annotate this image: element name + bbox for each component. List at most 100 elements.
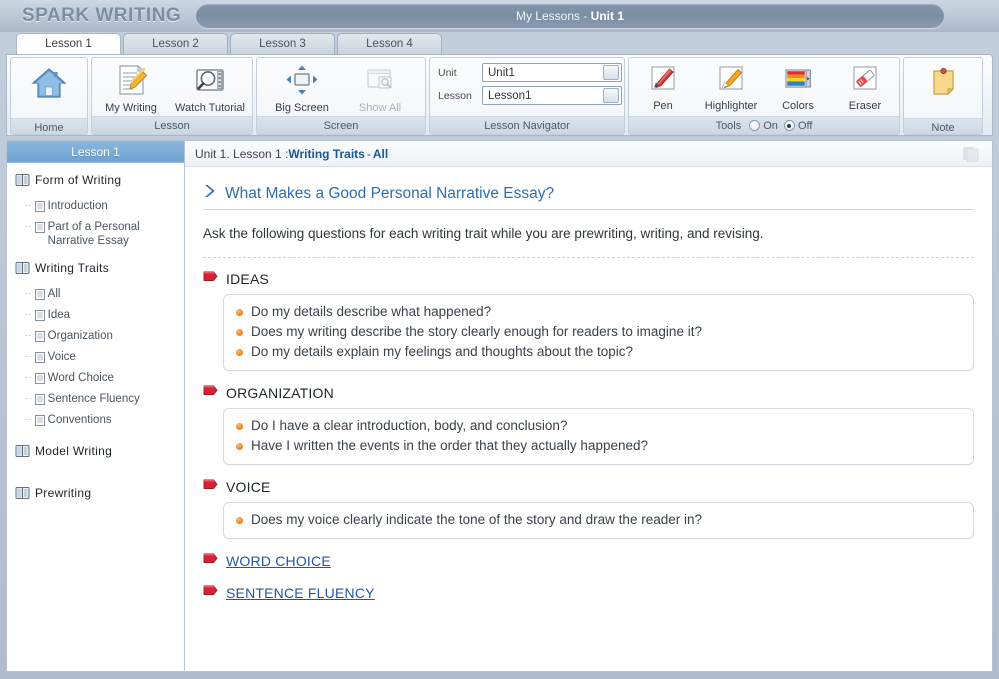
question-row: Do I have a clear introduction, body, an… [236,416,961,436]
eraser-icon [848,63,882,98]
sidebar-section-writing-traits[interactable]: Writing Traits [15,261,178,280]
ribbon-toolbar: Home My Writing Watch Tutorial Lesson Bi… [6,54,993,136]
ribbon-group-lesson: My Writing Watch Tutorial Lesson [91,57,253,135]
tab-lesson-4[interactable]: Lesson 4 [337,33,442,54]
sidebar-item-voice[interactable]: ·· Voice [15,348,178,369]
lesson-selector-row: Lesson Lesson1 [438,86,622,105]
bullet-icon [236,443,243,450]
ribbon-group-label-navigator: Lesson Navigator [430,116,624,134]
pennant-icon [203,478,218,496]
sidebar-section-label: Model Writing [35,444,113,458]
trait-block-voice: VOICE Does my voice clearly indicate the… [203,478,974,539]
tree-connector: ·· [25,308,32,320]
tree-connector: ·· [25,413,32,425]
sidebar-tree: Form of Writing ·· Introduction ·· Part … [7,163,184,516]
copy-page-icon[interactable] [962,146,980,165]
page-icon [34,371,45,389]
sidebar-item-sentence-fluency[interactable]: ·· Sentence Fluency [15,390,178,411]
breadcrumb-section[interactable]: Writing Traits [288,147,364,161]
note-button[interactable] [912,59,974,117]
tools-off-label: Off [797,119,813,132]
question-row: Have I written the events in the order t… [236,436,961,456]
ribbon-group-label-lesson: Lesson [92,116,252,134]
sidebar-section-form-of-writing[interactable]: Form of Writing [15,173,178,192]
chevron-down-icon[interactable] [603,65,619,80]
window-title-text: My Lessons - Unit 1 [516,9,624,23]
trait-header: ORGANIZATION [203,384,974,402]
trait-block-organization: ORGANIZATION Do I have a clear introduct… [203,384,974,465]
unit-selector-row: Unit Unit1 [438,63,622,82]
trait-block-sentence-fluency: SENTENCE FLUENCY [203,584,974,602]
pen-icon [646,63,680,98]
breadcrumb: Unit 1. Lesson 1 : Writing Traits - All [185,141,992,167]
tab-lesson-3[interactable]: Lesson 3 [230,33,335,54]
home-button[interactable] [18,59,80,117]
sidebar-item-word-choice[interactable]: ·· Word Choice [15,369,178,390]
sidebar-item-all[interactable]: ·· All [15,285,178,306]
app-brand-title: SPARK WRITING [22,5,182,26]
question-text: Does my voice clearly indicate the tone … [251,512,702,527]
sidebar-item-part-of-a-personal-narrative-essay[interactable]: ·· Part of a Personal Narrative Essay [15,218,178,249]
my-writing-button[interactable]: My Writing [94,59,168,115]
sidebar-section-prewriting[interactable]: Prewriting [15,486,178,505]
tab-lesson-1[interactable]: Lesson 1 [16,33,121,54]
tab-label: Lesson 3 [259,38,306,50]
eraser-button[interactable]: Eraser [835,59,895,115]
trait-questions-box: Does my voice clearly indicate the tone … [223,502,974,539]
unit-dropdown[interactable]: Unit1 [482,63,622,82]
tools-off-radio[interactable]: Off [783,117,813,135]
tab-lesson-2[interactable]: Lesson 2 [123,33,228,54]
pennant-icon [203,552,218,570]
home-icon [29,63,69,106]
chevron-down-icon[interactable] [603,88,619,103]
big-screen-button[interactable]: Big Screen [264,59,340,115]
big-screen-label: Big Screen [275,102,329,114]
tree-connector: ·· [25,329,32,341]
sidebar-item-idea[interactable]: ·· Idea [15,306,178,327]
trait-header: VOICE [203,478,974,496]
sidebar-item-label: Sentence Fluency [47,392,140,405]
sidebar-item-label: Organization [47,329,113,342]
sidebar-item-organization[interactable]: ·· Organization [15,327,178,348]
trait-link-word-choice[interactable]: WORD CHOICE [226,553,331,569]
pen-button[interactable]: Pen [633,59,693,115]
colors-button[interactable]: Colors [769,59,827,115]
question-row: Do my details explain my feelings and th… [236,342,961,362]
sidebar-item-label: Part of a Personal Narrative Essay [47,220,140,247]
trait-name: ORGANIZATION [226,385,334,401]
ribbon-group-label-home: Home [11,118,87,134]
show-all-button[interactable]: Show All [342,59,418,115]
window-title-prefix: My Lessons - [515,9,591,23]
my-writing-label: My Writing [105,102,157,114]
tools-on-radio[interactable]: On [749,117,778,135]
sidebar-item-label: Voice [47,350,76,363]
content-panel: Unit 1. Lesson 1 : Writing Traits - All … [184,140,993,672]
ribbon-group-note: Note [903,57,983,135]
sidebar-section-model-writing[interactable]: Model Writing [15,444,178,463]
trait-block-ideas: IDEAS Do my details describe what happen… [203,270,974,371]
lesson-dropdown-value: Lesson1 [488,89,532,102]
breadcrumb-plain: Unit 1. Lesson 1 : [195,146,289,161]
divider [203,257,974,258]
trait-link-sentence-fluency[interactable]: SENTENCE FLUENCY [226,585,375,601]
trait-header: IDEAS [203,270,974,288]
highlighter-button[interactable]: Highlighter [695,59,767,115]
breadcrumb-item[interactable]: All [373,147,388,161]
lesson-dropdown[interactable]: Lesson1 [482,86,622,105]
tab-label: Lesson 4 [366,38,413,50]
watch-tutorial-icon [192,63,228,100]
application-window: SPARK WRITING My Lessons - Unit 1 Lesson… [0,0,999,679]
page-icon [34,350,45,368]
title-bar: SPARK WRITING My Lessons - Unit 1 [0,0,999,32]
sidebar-item-conventions[interactable]: ·· Conventions [15,411,178,432]
page-icon [34,220,45,238]
sidebar-section-label: Prewriting [35,486,92,500]
page-icon [34,308,45,326]
show-all-label: Show All [358,102,402,114]
question-row: Do my details describe what happened? [236,302,961,322]
highlighter-label: Highlighter [704,100,758,112]
pennant-icon [203,584,218,602]
sidebar-item-introduction[interactable]: ·· Introduction [15,197,178,218]
question-text: Does my writing describe the story clear… [251,324,702,339]
watch-tutorial-button[interactable]: Watch Tutorial [170,59,250,115]
